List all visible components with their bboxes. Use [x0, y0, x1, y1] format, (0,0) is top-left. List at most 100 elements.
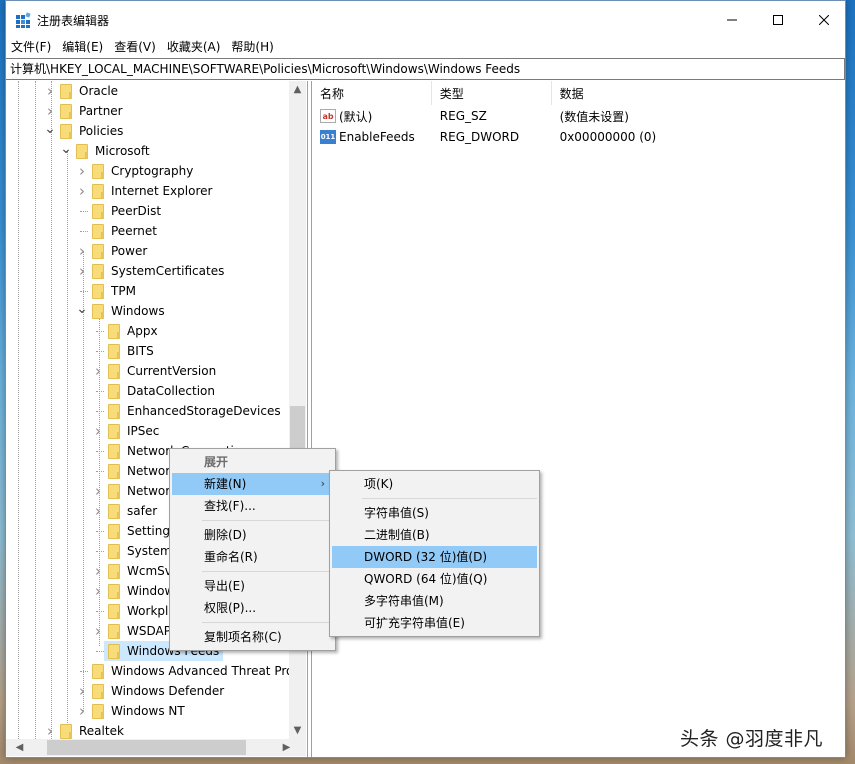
submenu-item[interactable]: QWORD (64 位)值(Q) [332, 568, 537, 590]
tree-item[interactable]: Appx [92, 321, 162, 341]
menu-bar: 文件(F) 编辑(E) 查看(V) 收藏夹(A) 帮助(H) [6, 37, 845, 57]
menu-file[interactable]: 文件(F) [6, 37, 56, 57]
close-button[interactable] [801, 1, 847, 39]
chevron-right-icon[interactable]: › [92, 481, 104, 501]
submenu-item[interactable]: 二进制值(B) [332, 524, 537, 546]
tree-item[interactable]: Windows Advanced Threat Protection [76, 661, 289, 681]
tree-item[interactable]: › SystemCertificates [76, 261, 228, 281]
tree-item[interactable]: › IPSec [92, 421, 163, 441]
value-name-cell: 011 EnableFeeds [312, 130, 432, 144]
tree-item-label: Appx [127, 324, 158, 338]
tree-item[interactable]: › Partner [44, 101, 127, 121]
chevron-right-icon[interactable]: › [44, 101, 56, 121]
chevron-down-icon[interactable]: ⌄ [44, 121, 56, 141]
chevron-right-icon[interactable]: › [76, 701, 88, 721]
tree-item-label: safer [127, 504, 158, 518]
maximize-button[interactable] [755, 1, 801, 39]
scroll-left-icon[interactable]: ◀ [11, 739, 28, 756]
chevron-right-icon[interactable]: › [76, 161, 88, 181]
tree-item[interactable]: BITS [92, 341, 158, 361]
tree-item[interactable]: › Cryptography [76, 161, 197, 181]
chevron-right-icon[interactable]: › [92, 421, 104, 441]
chevron-down-icon[interactable]: ⌄ [76, 301, 88, 321]
submenu-item[interactable]: DWORD (32 位)值(D) [332, 546, 537, 568]
submenu-item[interactable]: 项(K) [332, 473, 537, 495]
scroll-right-icon[interactable]: ▶ [278, 739, 295, 756]
tree-item[interactable]: System [92, 541, 176, 561]
tree-item[interactable]: › CurrentVersion [92, 361, 220, 381]
column-header-data[interactable]: 数据 [552, 81, 845, 105]
folder-icon [108, 583, 120, 599]
tree-item[interactable]: EnhancedStorageDevices [92, 401, 285, 421]
menu-help[interactable]: 帮助(H) [226, 37, 278, 57]
context-menu-item[interactable]: 新建(N) › [172, 473, 333, 495]
column-header-type[interactable]: 类型 [432, 81, 552, 105]
scroll-down-icon[interactable]: ▼ [289, 722, 306, 739]
folder-icon [108, 343, 120, 359]
tree-item[interactable]: TPM [76, 281, 140, 301]
tree-item[interactable]: ⌄ Policies [44, 121, 127, 141]
chevron-right-icon[interactable]: › [76, 261, 88, 281]
column-header-name[interactable]: 名称 [312, 81, 432, 105]
chevron-right-icon[interactable]: › [92, 361, 104, 381]
context-menu-item[interactable]: 复制项名称(C) [172, 626, 333, 648]
context-menu-item[interactable]: 权限(P)... [172, 597, 333, 619]
menu-edit[interactable]: 编辑(E) [57, 37, 108, 57]
tree-item[interactable]: Peernet [76, 221, 161, 241]
menu-favorites[interactable]: 收藏夹(A) [162, 37, 226, 57]
context-menu-item-label: 重命名(R) [204, 550, 258, 564]
folder-icon [92, 183, 104, 199]
context-menu-item-label: 删除(D) [204, 528, 247, 542]
submenu-item[interactable]: 字符串值(S) [332, 502, 537, 524]
value-name-cell: ab (默认) [312, 108, 432, 125]
tree-item-content: Power [88, 241, 151, 261]
context-menu-item[interactable]: 删除(D) [172, 524, 333, 546]
tree-item-content: PeerDist [88, 201, 165, 221]
tree-horizontal-scroll-thumb[interactable] [47, 740, 246, 755]
tree-item[interactable]: › WSDAPI [92, 621, 179, 641]
tree-item-content: Internet Explorer [88, 181, 216, 201]
chevron-right-icon[interactable]: › [92, 581, 104, 601]
chevron-right-icon[interactable]: › [44, 721, 56, 739]
submenu-item[interactable]: 多字符串值(M) [332, 590, 537, 612]
folder-icon [108, 403, 120, 419]
tree-item[interactable]: › Internet Explorer [76, 181, 216, 201]
folder-icon [108, 523, 120, 539]
tree-item[interactable]: ⌄ Microsoft [60, 141, 154, 161]
tree-item[interactable]: › Windows NT [76, 701, 189, 721]
value-row[interactable]: 011 EnableFeeds REG_DWORD 0x00000000 (0) [312, 127, 845, 147]
maximize-icon [773, 15, 783, 25]
tree-item[interactable]: DataCollection [92, 381, 219, 401]
chevron-right-icon[interactable]: › [76, 681, 88, 701]
folder-icon [92, 163, 104, 179]
submenu-item[interactable]: 可扩充字符串值(E) [332, 612, 537, 634]
tree-item[interactable]: › safer [92, 501, 161, 521]
chevron-right-icon[interactable]: › [44, 81, 56, 101]
tree-item[interactable]: ⌄ Windows [76, 301, 169, 321]
chevron-right-icon[interactable]: › [92, 561, 104, 581]
value-row[interactable]: ab (默认) REG_SZ (数值未设置) [312, 106, 845, 126]
tree-item[interactable]: › Power [76, 241, 151, 261]
context-menu-item[interactable]: 查找(F)... [172, 495, 333, 517]
context-menu-item[interactable]: 重命名(R) [172, 546, 333, 568]
context-menu-item[interactable]: 导出(E) [172, 575, 333, 597]
tree-item[interactable]: › Oracle [44, 81, 122, 101]
tree-item-label: Oracle [79, 84, 119, 98]
tree-item[interactable]: PeerDist [76, 201, 165, 221]
minimize-button[interactable] [709, 1, 755, 39]
chevron-right-icon[interactable]: › [76, 241, 88, 261]
chevron-right-icon[interactable]: › [76, 181, 88, 201]
tree-item[interactable]: › Windows Defender [76, 681, 228, 701]
tree-item[interactable]: › Realtek [44, 721, 128, 739]
chevron-down-icon[interactable]: ⌄ [60, 141, 72, 161]
menu-separator [202, 520, 333, 521]
scroll-up-icon[interactable]: ▲ [289, 81, 306, 98]
menu-view[interactable]: 查看(V) [109, 37, 161, 57]
chevron-right-icon[interactable]: › [92, 621, 104, 641]
address-bar[interactable]: 计算机\HKEY_LOCAL_MACHINE\SOFTWARE\Policies… [6, 58, 845, 80]
tree-horizontal-scrollbar[interactable]: ◀ ▶ [6, 739, 306, 756]
submenu-arrow-icon: › [320, 477, 325, 490]
submenu-item-label: 字符串值(S) [364, 506, 429, 520]
tree-item-content: Appx [104, 321, 162, 341]
chevron-right-icon[interactable]: › [92, 501, 104, 521]
